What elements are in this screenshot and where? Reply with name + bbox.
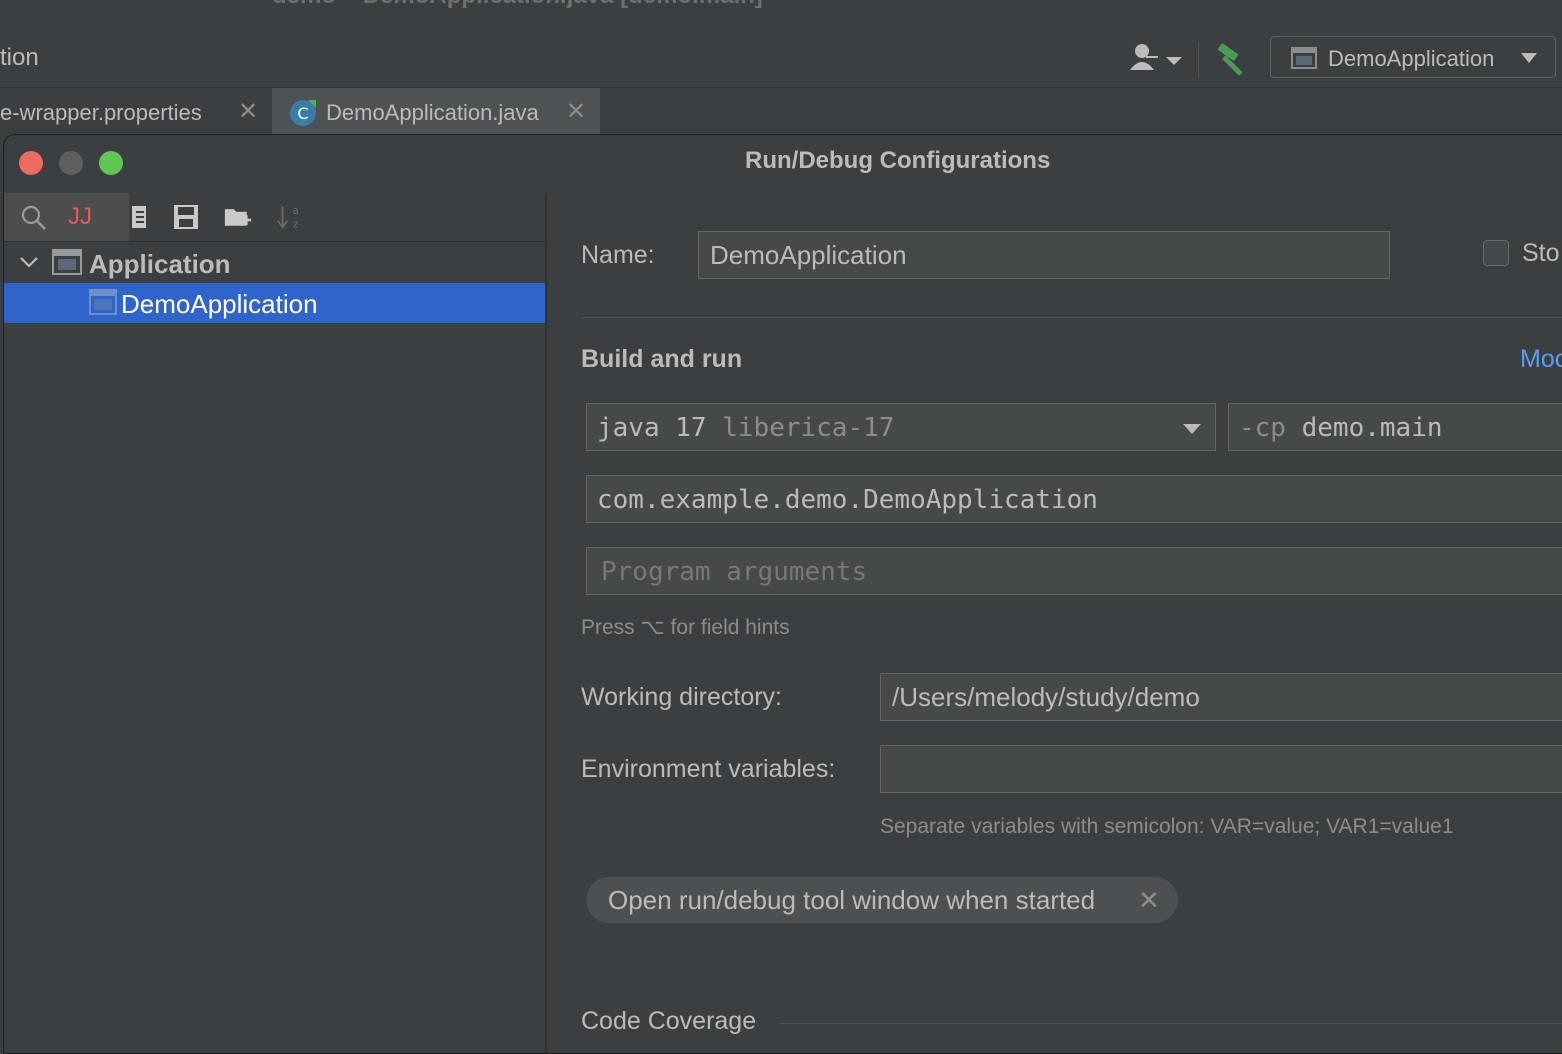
- maximize-window-button[interactable]: [99, 151, 123, 175]
- save-icon[interactable]: [172, 203, 200, 231]
- svg-text:a: a: [292, 205, 298, 217]
- run-debug-configurations-dialog: Run/Debug Configurations JJ a z Applicat…: [3, 134, 1562, 1054]
- code-coverage-divider: [779, 1023, 1562, 1024]
- run-configuration-selector[interactable]: DemoApplication: [1270, 36, 1556, 78]
- toolbar-left-text: tion: [0, 44, 39, 71]
- chip-label: Open run/debug tool window when started: [608, 885, 1096, 915]
- tree-group-label: Application: [89, 249, 231, 279]
- jdk-select[interactable]: java 17 liberica-17: [586, 403, 1216, 451]
- application-config-icon: [52, 249, 82, 275]
- working-directory-input[interactable]: /Users/melody/study/demo: [880, 673, 1562, 721]
- jdk-version: java 17: [597, 413, 707, 443]
- working-directory-value: /Users/melody/study/demo: [892, 682, 1200, 712]
- close-icon[interactable]: ✕: [566, 97, 586, 126]
- field-hints-text: Press ⌥ for field hints: [581, 616, 790, 639]
- close-window-button[interactable]: [19, 151, 43, 175]
- chevron-down-icon[interactable]: [18, 251, 40, 273]
- close-icon[interactable]: ✕: [1138, 885, 1160, 916]
- modify-options-link[interactable]: Moc: [1520, 345, 1562, 374]
- toolbar-separator: [1198, 42, 1199, 78]
- main-class-input[interactable]: com.example.demo.DemoApplication: [586, 475, 1562, 523]
- tree-group-application[interactable]: Application: [4, 243, 545, 283]
- name-label: Name:: [581, 241, 655, 269]
- classpath-module: demo.main: [1301, 413, 1443, 443]
- application-config-icon: [89, 289, 117, 315]
- tab-demo-application-java[interactable]: C DemoApplication.java ✕: [272, 88, 600, 134]
- search-text: JJ: [68, 203, 92, 230]
- store-as-project-file-checkbox[interactable]: [1483, 240, 1509, 266]
- tree-item-demo-application[interactable]: DemoApplication: [4, 283, 545, 323]
- section-divider: [581, 317, 1562, 318]
- hammer-icon: [1217, 43, 1243, 76]
- configurations-tree-pane: JJ a z Application DemoApplication: [4, 193, 545, 1053]
- tab-label: DemoApplication.java: [326, 100, 539, 125]
- new-folder-icon[interactable]: [224, 203, 252, 231]
- build-and-run-title: Build and run: [581, 345, 743, 373]
- environment-variables-input[interactable]: [880, 745, 1562, 793]
- code-coverage-title: Code Coverage: [581, 1007, 757, 1035]
- working-directory-label: Working directory:: [581, 683, 782, 711]
- classpath-prefix: -cp: [1239, 413, 1286, 443]
- copy-configuration-icon[interactable]: [128, 203, 156, 231]
- program-arguments-placeholder: Program arguments: [601, 557, 868, 587]
- tree-item-label: DemoApplication: [121, 289, 318, 319]
- run-configuration-label: DemoApplication: [1328, 46, 1495, 71]
- sort-alphabetically-icon[interactable]: a z: [276, 203, 304, 231]
- svg-text:z: z: [293, 218, 298, 230]
- store-as-project-file-label: Sto: [1522, 239, 1560, 267]
- minimize-window-button[interactable]: [59, 151, 83, 175]
- user-icon: [1130, 44, 1182, 70]
- close-icon[interactable]: ✕: [238, 97, 258, 126]
- chevron-down-icon: [1521, 53, 1537, 63]
- tab-wrapper-properties[interactable]: e-wrapper.properties ✕: [0, 88, 270, 134]
- search-icon: [21, 205, 46, 230]
- program-arguments-input[interactable]: Program arguments: [586, 547, 1562, 595]
- application-config-icon: [1291, 47, 1317, 69]
- name-value: DemoApplication: [710, 240, 907, 270]
- window-title: demo – DemoApplication.java [demo.main]: [272, 0, 763, 10]
- pane-splitter[interactable]: [545, 193, 547, 1053]
- tree-search[interactable]: JJ: [4, 193, 129, 241]
- tab-label: e-wrapper.properties: [0, 100, 202, 125]
- user-account-button[interactable]: [1128, 42, 1186, 76]
- environment-variables-hint: Separate variables with semicolon: VAR=v…: [880, 815, 1454, 838]
- environment-variables-label: Environment variables:: [581, 755, 836, 783]
- classpath-value: -cp demo.main: [1239, 413, 1443, 443]
- build-button[interactable]: [1212, 40, 1252, 78]
- jdk-value: java 17 liberica-17: [597, 413, 894, 443]
- open-tool-window-option-chip[interactable]: Open run/debug tool window when started …: [586, 877, 1178, 923]
- classpath-select[interactable]: -cp demo.main: [1228, 403, 1562, 451]
- svg-text:C: C: [297, 104, 308, 123]
- dialog-title: Run/Debug Configurations: [745, 147, 1051, 174]
- chevron-down-icon[interactable]: [1183, 424, 1201, 434]
- java-class-icon: C: [290, 100, 316, 126]
- name-input[interactable]: DemoApplication: [698, 231, 1390, 279]
- jdk-vendor: liberica-17: [722, 413, 895, 443]
- tree-toolbar: JJ a z: [4, 193, 545, 242]
- main-class-value: com.example.demo.DemoApplication: [597, 485, 1098, 515]
